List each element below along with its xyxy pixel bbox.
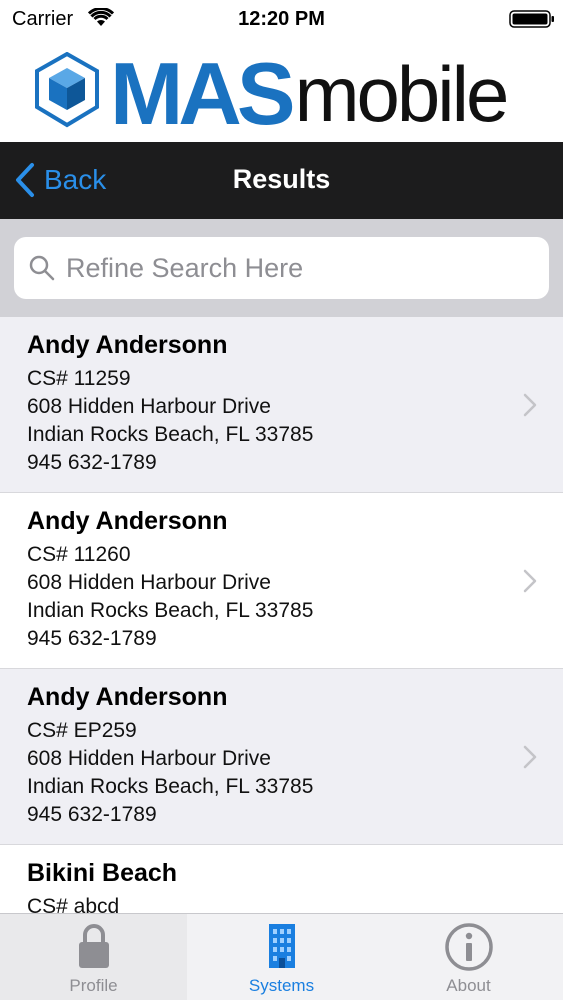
result-city: Indian Rocks Beach, FL 33785 — [27, 775, 314, 798]
result-address: 608 Hidden Harbour Drive — [27, 571, 271, 594]
navigation-bar: Back Results — [0, 142, 563, 219]
list-item[interactable]: Andy Andersonn CS# 11259 608 Hidden Harb… — [0, 317, 563, 493]
result-name: Andy Andersonn — [27, 507, 228, 535]
status-time: 12:20 PM — [238, 8, 325, 30]
result-name: Andy Andersonn — [27, 683, 228, 711]
tab-bar: Profile Systems About — [0, 913, 563, 1000]
result-cs-number: CS# EP259 — [27, 719, 137, 742]
list-item[interactable]: Andy Andersonn CS# EP259 608 Hidden Harb… — [0, 669, 563, 845]
logo-wordmark: MASmobile — [110, 44, 510, 143]
battery-icon — [509, 10, 554, 28]
logo-light-text: mobile — [294, 50, 510, 138]
result-address: 608 Hidden Harbour Drive — [27, 747, 271, 770]
results-list: Andy Andersonn CS# 11259 608 Hidden Harb… — [0, 317, 563, 913]
result-address: 608 Hidden Harbour Drive — [27, 395, 271, 418]
tab-about-label: About — [446, 976, 491, 995]
building-icon — [268, 924, 295, 968]
status-bar: Carrier 12:20 PM — [0, 0, 563, 38]
chevron-right-icon — [523, 569, 537, 593]
result-cs-number: CS# abcd — [27, 895, 120, 913]
search-bar-container — [0, 219, 563, 317]
search-input[interactable] — [66, 252, 526, 284]
tab-systems[interactable]: Systems — [188, 914, 375, 1000]
result-name: Andy Andersonn — [27, 331, 228, 359]
app-logo-header: MASmobile — [0, 38, 563, 142]
result-phone: 945 632-1789 — [27, 803, 157, 826]
list-item[interactable]: Bikini Beach CS# abcd — [0, 845, 563, 913]
page-title: Results — [232, 164, 331, 194]
result-city: Indian Rocks Beach, FL 33785 — [27, 423, 314, 446]
result-cs-number: CS# 11259 — [27, 367, 131, 390]
chevron-right-icon — [523, 393, 537, 417]
result-name: Bikini Beach — [27, 859, 178, 887]
result-cs-number: CS# 11260 — [27, 543, 131, 566]
lock-icon — [78, 924, 109, 968]
result-city: Indian Rocks Beach, FL 33785 — [27, 599, 314, 622]
result-phone: 945 632-1789 — [27, 451, 157, 474]
logo-bold-text: MAS — [110, 44, 296, 143]
search-icon — [29, 255, 55, 281]
chevron-right-icon — [523, 745, 537, 769]
tab-systems-label: Systems — [248, 976, 315, 995]
search-box[interactable] — [14, 237, 549, 299]
list-item[interactable]: Andy Andersonn CS# 11260 608 Hidden Harb… — [0, 493, 563, 669]
tab-profile-label: Profile — [69, 976, 118, 995]
tab-profile[interactable]: Profile — [0, 914, 187, 1000]
cube-logo-icon — [35, 52, 99, 128]
info-icon — [444, 923, 493, 971]
result-phone: 945 632-1789 — [27, 627, 157, 650]
tab-about[interactable]: About — [375, 914, 562, 1000]
